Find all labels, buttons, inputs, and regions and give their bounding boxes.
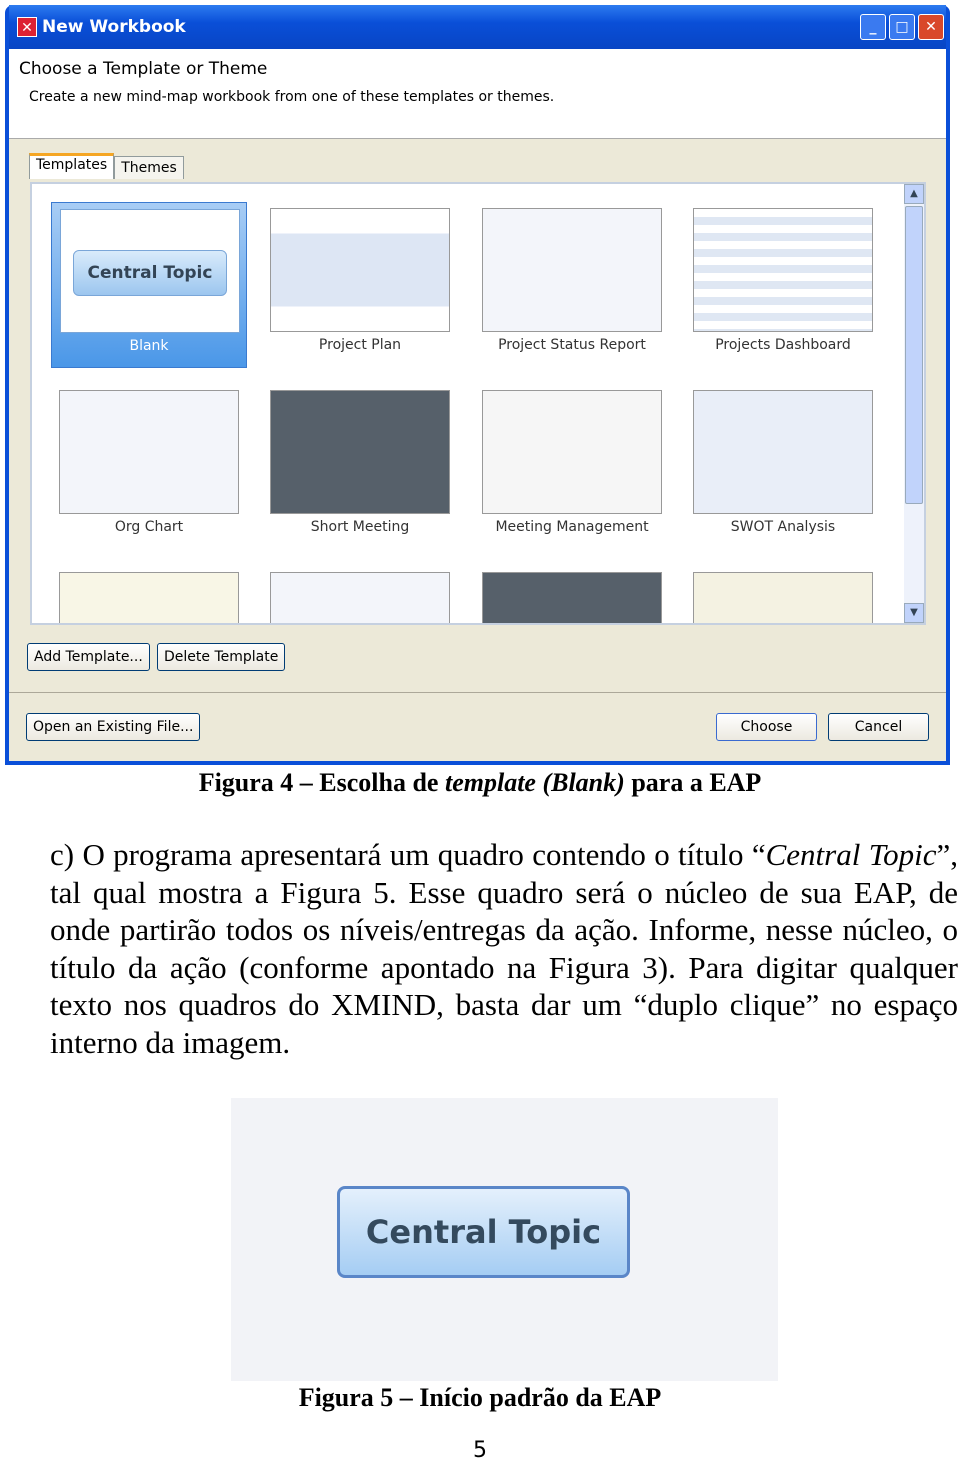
- template-project-status-report[interactable]: Project Status Report: [474, 202, 670, 368]
- template-short-meeting[interactable]: Short Meeting: [262, 384, 458, 550]
- template-label: Meeting Management: [495, 519, 649, 535]
- template-thumbnail: [482, 390, 662, 514]
- template-label: Short Meeting: [310, 519, 410, 535]
- template-thumbnail: Central Topic: [60, 209, 240, 333]
- open-existing-file-button[interactable]: Open an Existing File...: [26, 713, 201, 741]
- divider: [9, 692, 946, 693]
- template-thumbnail: [59, 572, 239, 623]
- template-thumbnail: [59, 390, 239, 514]
- page-number: 5: [473, 1438, 487, 1463]
- tab-templates[interactable]: Templates: [29, 153, 115, 179]
- figure-4-caption: Figura 4 – Escolha de template (Blank) p…: [0, 768, 960, 798]
- scroll-down-icon[interactable]: ▼: [904, 603, 924, 623]
- central-topic-box: Central Topic: [337, 1186, 630, 1278]
- template-thumbnail: [693, 208, 873, 332]
- title-bar: ✕ New Workbook _ □ ✕: [9, 5, 946, 49]
- template-org-chart[interactable]: Org Chart: [51, 384, 247, 550]
- paragraph-italic: Central Topic: [765, 837, 937, 872]
- template-blank[interactable]: Central Topic Blank: [51, 202, 247, 368]
- template-thumbnail: [270, 390, 450, 514]
- dialog-description: Create a new mind-map workbook from one …: [29, 89, 555, 105]
- template-more[interactable]: [474, 566, 670, 623]
- maximize-button[interactable]: □: [889, 14, 915, 40]
- minimize-button[interactable]: _: [860, 14, 886, 40]
- template-label: Project Status Report: [498, 337, 646, 353]
- template-projects-dashboard[interactable]: Projects Dashboard: [685, 202, 881, 368]
- template-thumbnail: [693, 390, 873, 514]
- template-label: Project Plan: [318, 337, 402, 353]
- central-topic-preview: Central Topic: [73, 250, 227, 296]
- xmind-app-icon: ✕: [17, 17, 37, 37]
- template-swot-analysis[interactable]: SWOT Analysis: [685, 384, 881, 550]
- template-thumbnail: [693, 572, 873, 623]
- scroll-up-icon[interactable]: ▲: [904, 184, 924, 204]
- caption-italic: template (Blank): [444, 768, 625, 797]
- cancel-button[interactable]: Cancel: [828, 713, 929, 741]
- choose-button[interactable]: Choose: [716, 713, 817, 741]
- dialog-title: New Workbook: [42, 17, 186, 37]
- template-meeting-management[interactable]: Meeting Management: [474, 384, 670, 550]
- template-thumbnail: [270, 208, 450, 332]
- dialog-heading: Choose a Template or Theme: [19, 59, 268, 79]
- paragraph-text: c) O programa apresentará um quadro cont…: [50, 837, 766, 872]
- delete-template-button[interactable]: Delete Template: [157, 643, 286, 671]
- template-label: Projects Dashboard: [715, 337, 851, 353]
- template-label: Org Chart: [114, 519, 184, 535]
- close-button[interactable]: ✕: [918, 14, 944, 40]
- tab-themes[interactable]: Themes: [114, 156, 184, 179]
- template-label: Blank: [129, 338, 169, 354]
- templates-gallery: Central Topic Blank Project Plan Project…: [30, 182, 926, 625]
- template-thumbnail: [270, 572, 450, 623]
- figure-5-image: Central Topic: [231, 1098, 778, 1381]
- body-paragraph: c) O programa apresentará um quadro cont…: [50, 836, 958, 1061]
- scroll-thumb[interactable]: [905, 206, 923, 504]
- template-more[interactable]: [685, 566, 881, 623]
- vertical-scrollbar[interactable]: ▲ ▼: [904, 184, 924, 623]
- template-more[interactable]: [51, 566, 247, 623]
- template-project-plan[interactable]: Project Plan: [262, 202, 458, 368]
- template-more[interactable]: [262, 566, 458, 623]
- template-thumbnail: [482, 572, 662, 623]
- template-label: SWOT Analysis: [730, 519, 836, 535]
- template-thumbnail: [482, 208, 662, 332]
- add-template-button[interactable]: Add Template...: [27, 643, 150, 671]
- new-workbook-dialog: ✕ New Workbook _ □ ✕ Choose a Template o…: [5, 5, 950, 765]
- figure-5-caption: Figura 5 – Início padrão da EAP: [298, 1383, 662, 1412]
- caption-text: para a EAP: [624, 768, 762, 797]
- caption-text: Figura 4 – Escolha de: [198, 768, 445, 797]
